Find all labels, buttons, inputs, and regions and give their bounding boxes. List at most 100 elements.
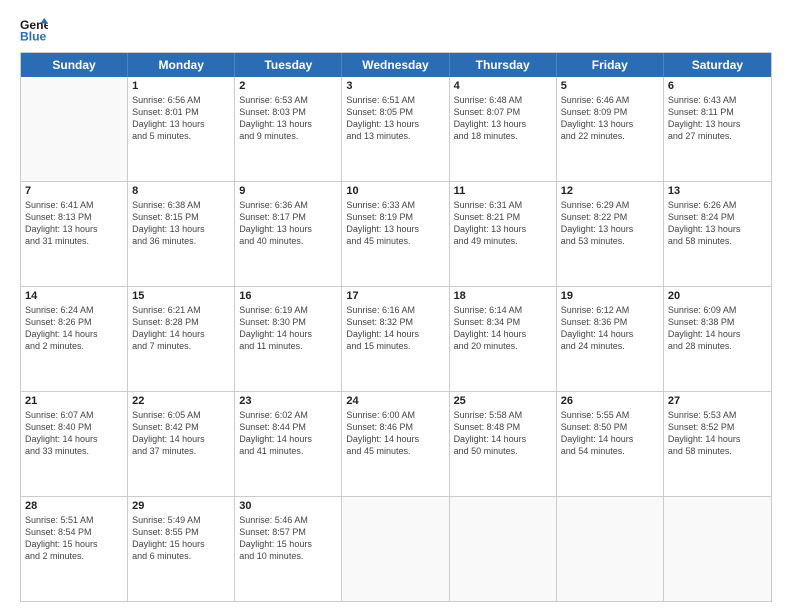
day-info: Sunrise: 6:09 AMSunset: 8:38 PMDaylight:… (668, 304, 767, 353)
day-number: 19 (561, 290, 659, 302)
day-info: Sunrise: 6:43 AMSunset: 8:11 PMDaylight:… (668, 94, 767, 143)
day-info: Sunrise: 6:36 AMSunset: 8:17 PMDaylight:… (239, 199, 337, 248)
calendar-cell (557, 497, 664, 601)
day-of-week-header: Friday (557, 53, 664, 77)
day-number: 21 (25, 395, 123, 407)
day-number: 22 (132, 395, 230, 407)
calendar-cell (342, 497, 449, 601)
day-number: 1 (132, 80, 230, 92)
calendar-cell: 28 Sunrise: 5:51 AMSunset: 8:54 PMDayligh… (21, 497, 128, 601)
calendar-cell: 7Sunrise: 6:41 AMSunset: 8:13 PMDaylight… (21, 182, 128, 286)
day-number: 27 (668, 395, 767, 407)
day-number: 26 (561, 395, 659, 407)
day-of-week-header: Monday (128, 53, 235, 77)
calendar-cell (664, 497, 771, 601)
calendar-cell: 19Sunrise: 6:12 AMSunset: 8:36 PMDayligh… (557, 287, 664, 391)
calendar-cell: 20 Sunrise: 6:09 AMSunset: 8:38 PMDayligh… (664, 287, 771, 391)
calendar-cell: 6 Sunrise: 6:43 AMSunset: 8:11 PMDaylight… (664, 77, 771, 181)
calendar-cell (450, 497, 557, 601)
day-info: Sunrise: 5:55 AMSunset: 8:50 PMDaylight:… (561, 409, 659, 458)
calendar-cell: 30 Sunrise: 5:46 AMSunset: 8:57 PMDayligh… (235, 497, 342, 601)
day-number: 6 (668, 80, 767, 92)
calendar-cell: 2 Sunrise: 6:53 AMSunset: 8:03 PMDaylight… (235, 77, 342, 181)
day-info: Sunrise: 6:33 AMSunset: 8:19 PMDaylight:… (346, 199, 444, 248)
day-number: 24 (346, 395, 444, 407)
day-number: 5 (561, 80, 659, 92)
day-of-week-header: Tuesday (235, 53, 342, 77)
day-info: Sunrise: 6:53 AMSunset: 8:03 PMDaylight:… (239, 94, 337, 143)
calendar-cell: 24 Sunrise: 6:00 AMSunset: 8:46 PMDayligh… (342, 392, 449, 496)
day-info: Sunrise: 6:29 AMSunset: 8:22 PMDaylight:… (561, 199, 659, 248)
calendar-cell (21, 77, 128, 181)
day-info: Sunrise: 6:38 AMSunset: 8:15 PMDaylight:… (132, 199, 230, 248)
day-info: Sunrise: 6:21 AMSunset: 8:28 PMDaylight:… (132, 304, 230, 353)
calendar-cell: 16 Sunrise: 6:19 AMSunset: 8:30 PMDayligh… (235, 287, 342, 391)
day-number: 13 (668, 185, 767, 197)
calendar-cell: 26 Sunrise: 5:55 AMSunset: 8:50 PMDayligh… (557, 392, 664, 496)
svg-text:Blue: Blue (20, 29, 47, 43)
day-info: Sunrise: 6:19 AMSunset: 8:30 PMDaylight:… (239, 304, 337, 353)
calendar-cell: 15 Sunrise: 6:21 AMSunset: 8:28 PMDayligh… (128, 287, 235, 391)
day-info: Sunrise: 6:14 AMSunset: 8:34 PMDaylight:… (454, 304, 552, 353)
calendar-week: 1 Sunrise: 6:56 AMSunset: 8:01 PMDaylight… (21, 77, 771, 182)
day-number: 18 (454, 290, 552, 302)
calendar-cell: 3Sunrise: 6:51 AMSunset: 8:05 PMDaylight… (342, 77, 449, 181)
header: General Blue (20, 16, 772, 44)
day-info: Sunrise: 6:24 AMSunset: 8:26 PMDaylight:… (25, 304, 123, 353)
calendar-cell: 29 Sunrise: 5:49 AMSunset: 8:55 PMDayligh… (128, 497, 235, 601)
day-info: Sunrise: 6:41 AMSunset: 8:13 PMDaylight:… (25, 199, 123, 248)
calendar-cell: 22 Sunrise: 6:05 AMSunset: 8:42 PMDayligh… (128, 392, 235, 496)
day-number: 9 (239, 185, 337, 197)
day-number: 10 (346, 185, 444, 197)
day-info: Sunrise: 5:51 AMSunset: 8:54 PMDaylight:… (25, 514, 123, 563)
day-info: Sunrise: 6:48 AMSunset: 8:07 PMDaylight:… (454, 94, 552, 143)
calendar: SundayMondayTuesdayWednesdayThursdayFrid… (20, 52, 772, 602)
calendar-body: 1 Sunrise: 6:56 AMSunset: 8:01 PMDaylight… (21, 77, 771, 601)
day-number: 17 (346, 290, 444, 302)
calendar-cell: 10 Sunrise: 6:33 AMSunset: 8:19 PMDayligh… (342, 182, 449, 286)
calendar-cell: 9 Sunrise: 6:36 AMSunset: 8:17 PMDaylight… (235, 182, 342, 286)
calendar-cell: 11 Sunrise: 6:31 AMSunset: 8:21 PMDayligh… (450, 182, 557, 286)
day-number: 15 (132, 290, 230, 302)
day-info: Sunrise: 6:05 AMSunset: 8:42 PMDaylight:… (132, 409, 230, 458)
day-number: 12 (561, 185, 659, 197)
day-of-week-header: Sunday (21, 53, 128, 77)
calendar-cell: 4Sunrise: 6:48 AMSunset: 8:07 PMDaylight… (450, 77, 557, 181)
calendar-cell: 17 Sunrise: 6:16 AMSunset: 8:32 PMDayligh… (342, 287, 449, 391)
logo-icon: General Blue (20, 16, 48, 44)
day-info: Sunrise: 6:26 AMSunset: 8:24 PMDaylight:… (668, 199, 767, 248)
day-number: 20 (668, 290, 767, 302)
calendar-week: 28 Sunrise: 5:51 AMSunset: 8:54 PMDayligh… (21, 497, 771, 601)
calendar-week: 21Sunrise: 6:07 AMSunset: 8:40 PMDayligh… (21, 392, 771, 497)
day-number: 16 (239, 290, 337, 302)
day-of-week-header: Wednesday (342, 53, 449, 77)
day-number: 30 (239, 500, 337, 512)
day-info: Sunrise: 6:46 AMSunset: 8:09 PMDaylight:… (561, 94, 659, 143)
calendar-week: 14Sunrise: 6:24 AMSunset: 8:26 PMDayligh… (21, 287, 771, 392)
calendar-cell: 25 Sunrise: 5:58 AMSunset: 8:48 PMDayligh… (450, 392, 557, 496)
day-number: 2 (239, 80, 337, 92)
day-of-week-header: Saturday (664, 53, 771, 77)
day-info: Sunrise: 6:16 AMSunset: 8:32 PMDaylight:… (346, 304, 444, 353)
day-number: 11 (454, 185, 552, 197)
day-number: 25 (454, 395, 552, 407)
day-info: Sunrise: 6:56 AMSunset: 8:01 PMDaylight:… (132, 94, 230, 143)
logo: General Blue (20, 16, 48, 44)
day-number: 3 (346, 80, 444, 92)
day-number: 28 (25, 500, 123, 512)
day-of-week-header: Thursday (450, 53, 557, 77)
calendar-cell: 27Sunrise: 5:53 AMSunset: 8:52 PMDayligh… (664, 392, 771, 496)
day-number: 29 (132, 500, 230, 512)
calendar-cell: 8 Sunrise: 6:38 AMSunset: 8:15 PMDaylight… (128, 182, 235, 286)
day-number: 8 (132, 185, 230, 197)
calendar-cell: 5 Sunrise: 6:46 AMSunset: 8:09 PMDaylight… (557, 77, 664, 181)
day-info: Sunrise: 6:31 AMSunset: 8:21 PMDaylight:… (454, 199, 552, 248)
day-info: Sunrise: 6:00 AMSunset: 8:46 PMDaylight:… (346, 409, 444, 458)
calendar-cell: 21Sunrise: 6:07 AMSunset: 8:40 PMDayligh… (21, 392, 128, 496)
calendar-cell: 12 Sunrise: 6:29 AMSunset: 8:22 PMDayligh… (557, 182, 664, 286)
day-info: Sunrise: 5:49 AMSunset: 8:55 PMDaylight:… (132, 514, 230, 563)
calendar-cell: 18 Sunrise: 6:14 AMSunset: 8:34 PMDayligh… (450, 287, 557, 391)
day-info: Sunrise: 5:58 AMSunset: 8:48 PMDaylight:… (454, 409, 552, 458)
day-info: Sunrise: 5:46 AMSunset: 8:57 PMDaylight:… (239, 514, 337, 563)
calendar-cell: 23Sunrise: 6:02 AMSunset: 8:44 PMDayligh… (235, 392, 342, 496)
